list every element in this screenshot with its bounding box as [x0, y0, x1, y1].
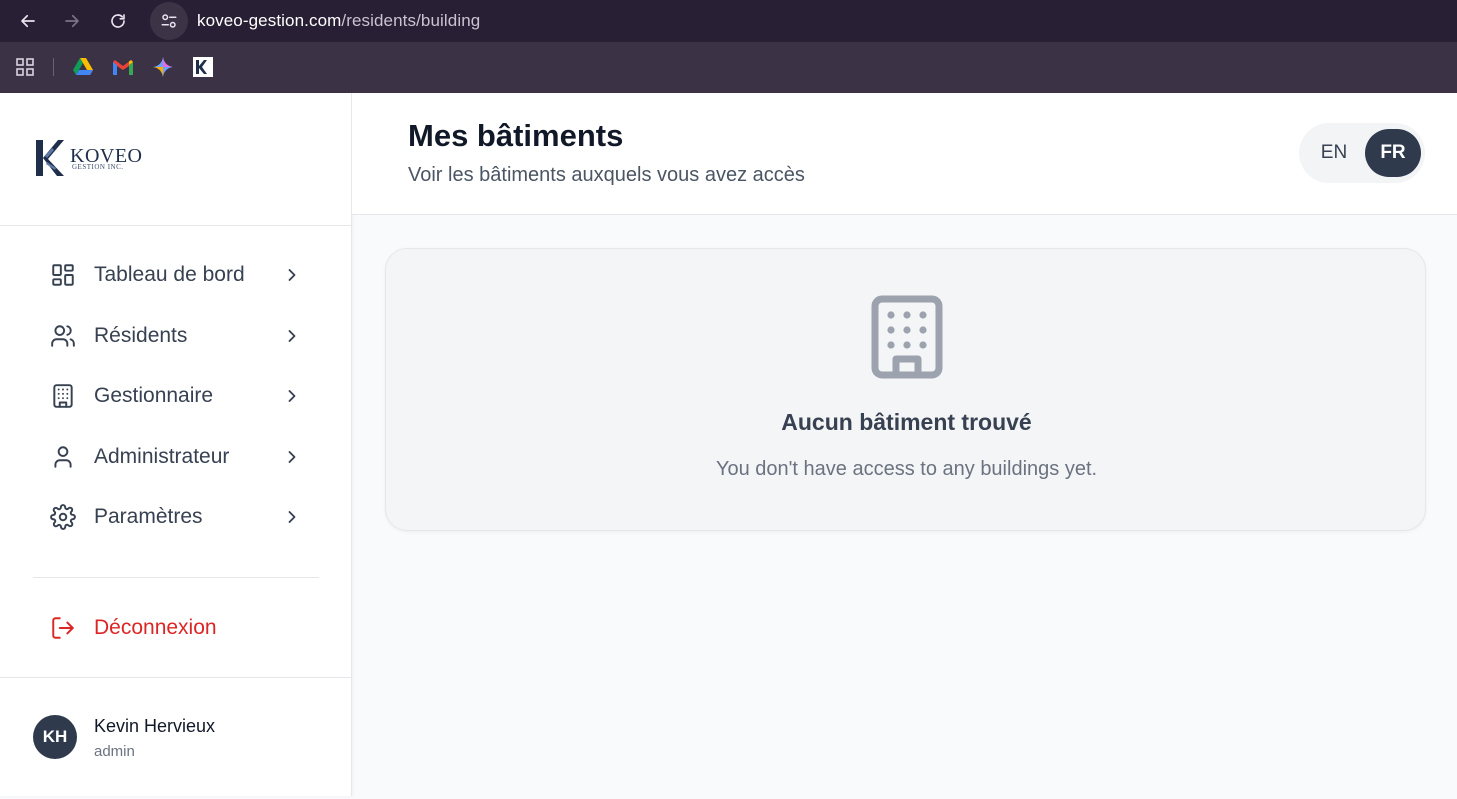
- back-icon[interactable]: [16, 9, 40, 33]
- sidebar-item-administrateur[interactable]: Administrateur: [34, 427, 319, 488]
- page-title: Mes bâtiments: [408, 118, 624, 153]
- dashboard-grid-icon: [50, 262, 76, 288]
- logout-icon: [52, 617, 74, 639]
- gear-icon: [50, 504, 76, 531]
- reload-icon[interactable]: [106, 9, 130, 33]
- logout-button[interactable]: Déconnexion: [34, 598, 319, 658]
- koveo-favicon-icon[interactable]: [193, 57, 213, 77]
- sidebar-divider: [33, 577, 319, 578]
- empty-state-title: Aucun bâtiment trouvé: [781, 409, 1032, 435]
- building-icon: [871, 295, 943, 379]
- koveo-logo-mark-icon: [36, 140, 64, 176]
- apps-grid-icon[interactable]: [15, 57, 35, 77]
- sidebar-item-residents[interactable]: Résidents: [34, 306, 319, 367]
- url-text[interactable]: koveo-gestion.com/residents/building: [197, 11, 480, 31]
- koveo-logo[interactable]: KOVEO GESTION INC.: [34, 138, 143, 178]
- sidebar-item-gestionnaire[interactable]: Gestionnaire: [34, 366, 319, 427]
- logo-area: KOVEO GESTION INC.: [0, 93, 351, 226]
- sidebar: KOVEO GESTION INC. Tableau de bord Résid…: [0, 93, 352, 796]
- empty-state-message: You don't have access to any buildings y…: [715, 458, 1098, 480]
- language-toggle: EN FR: [1299, 123, 1425, 183]
- sidebar-item-parametres[interactable]: Paramètres: [34, 487, 319, 548]
- browser-toolbar: koveo-gestion.com/residents/building: [0, 0, 1457, 42]
- user-role: admin: [94, 743, 135, 760]
- sidebar-item-label: Paramètres: [94, 505, 203, 529]
- chevron-right-icon: [288, 390, 296, 402]
- bookmarks-bar: [0, 42, 1457, 93]
- google-drive-icon[interactable]: [73, 57, 93, 77]
- url-domain: koveo-gestion.com: [197, 11, 342, 30]
- empty-state-card: Aucun bâtiment trouvé You don't have acc…: [385, 248, 1426, 531]
- forward-icon[interactable]: [60, 9, 84, 33]
- users-icon: [50, 323, 76, 349]
- chevron-right-icon: [288, 511, 296, 523]
- sidebar-item-label: Gestionnaire: [94, 384, 214, 408]
- gmail-icon[interactable]: [113, 57, 133, 77]
- address-bar[interactable]: koveo-gestion.com/residents/building: [150, 2, 1457, 40]
- page-header: Mes bâtiments Voir les bâtiments auxquel…: [352, 93, 1457, 215]
- user-profile[interactable]: KH Kevin Hervieux admin: [0, 677, 351, 796]
- sidebar-item-tableau-de-bord[interactable]: Tableau de bord: [34, 245, 319, 306]
- logout-label: Déconnexion: [94, 616, 217, 639]
- avatar: KH: [33, 715, 77, 759]
- chevron-right-icon: [288, 329, 296, 342]
- chevron-right-icon: [288, 450, 296, 463]
- sidebar-nav: Tableau de bord Résidents Gestionnaire A…: [34, 245, 319, 548]
- sidebar-item-label: Tableau de bord: [94, 263, 245, 287]
- user-name: Kevin Hervieux: [94, 716, 216, 736]
- bookmarks-separator: [53, 58, 54, 76]
- gemini-icon[interactable]: [153, 57, 173, 77]
- sidebar-item-label: Résidents: [94, 323, 188, 347]
- url-path: /residents/building: [341, 11, 481, 30]
- chevron-right-icon: [288, 269, 296, 281]
- lang-fr-button[interactable]: FR: [1365, 129, 1421, 177]
- page-subtitle: Voir les bâtiments auxquels vous avez ac…: [408, 164, 805, 186]
- building-icon: [50, 383, 76, 409]
- lang-en-button[interactable]: EN: [1303, 129, 1365, 177]
- user-icon: [50, 444, 76, 470]
- site-info-icon[interactable]: [150, 2, 188, 40]
- sidebar-item-label: Administrateur: [94, 444, 230, 468]
